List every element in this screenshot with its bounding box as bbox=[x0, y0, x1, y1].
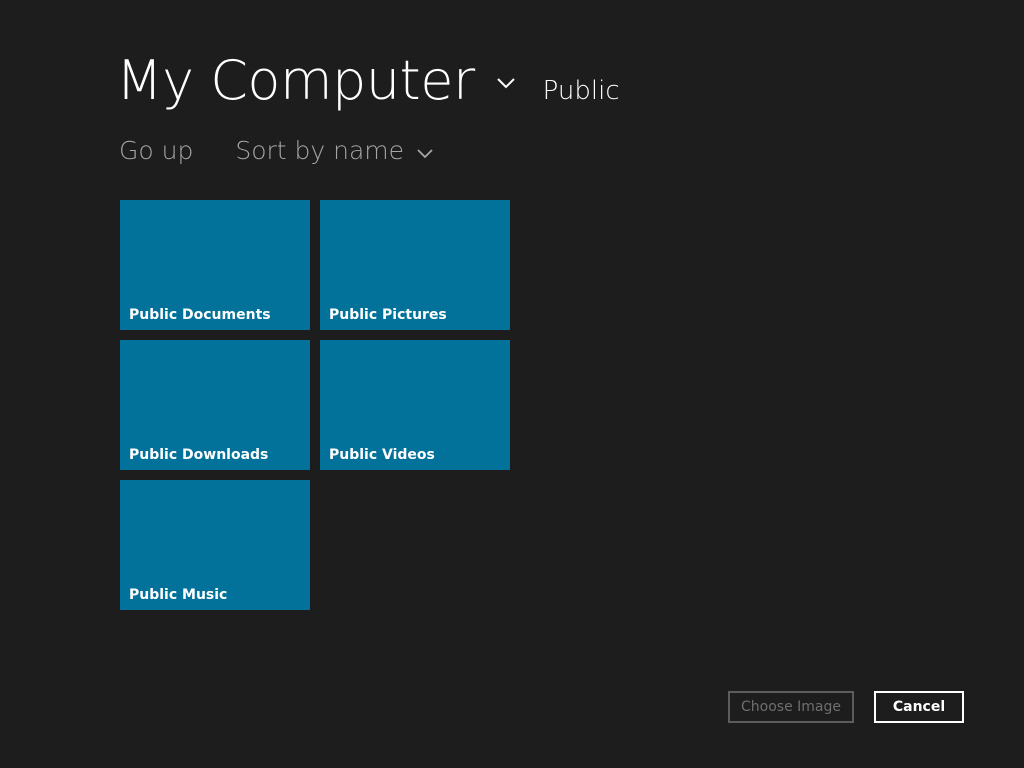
file-picker: My Computer Public Go up Sort by name Pu… bbox=[0, 0, 1024, 768]
chevron-down-icon[interactable] bbox=[495, 72, 517, 94]
tile-public-downloads[interactable]: Public Downloads bbox=[120, 340, 310, 470]
chevron-down-icon bbox=[416, 144, 434, 162]
location-header: My Computer Public bbox=[116, 46, 620, 116]
tile-label: Public Documents bbox=[129, 307, 271, 323]
folder-grid: Public Documents Public Pictures Public … bbox=[120, 200, 510, 610]
tile-label: Public Music bbox=[129, 587, 228, 603]
sub-location: Public bbox=[542, 76, 620, 106]
sort-dropdown[interactable]: Sort by name bbox=[235, 132, 434, 170]
tile-label: Public Downloads bbox=[129, 447, 269, 463]
tile-label: Public Pictures bbox=[329, 307, 447, 323]
location-title[interactable]: My Computer bbox=[116, 46, 475, 116]
go-up-button[interactable]: Go up bbox=[119, 132, 193, 170]
sort-label: Sort by name bbox=[235, 136, 405, 165]
tile-public-music[interactable]: Public Music bbox=[120, 480, 310, 610]
tile-public-videos[interactable]: Public Videos bbox=[320, 340, 510, 470]
choose-image-button[interactable]: Choose Image bbox=[728, 691, 854, 723]
tile-label: Public Videos bbox=[329, 447, 435, 463]
tile-public-documents[interactable]: Public Documents bbox=[120, 200, 310, 330]
command-bar: Go up Sort by name bbox=[119, 132, 434, 170]
cancel-button[interactable]: Cancel bbox=[874, 691, 964, 723]
tile-public-pictures[interactable]: Public Pictures bbox=[320, 200, 510, 330]
